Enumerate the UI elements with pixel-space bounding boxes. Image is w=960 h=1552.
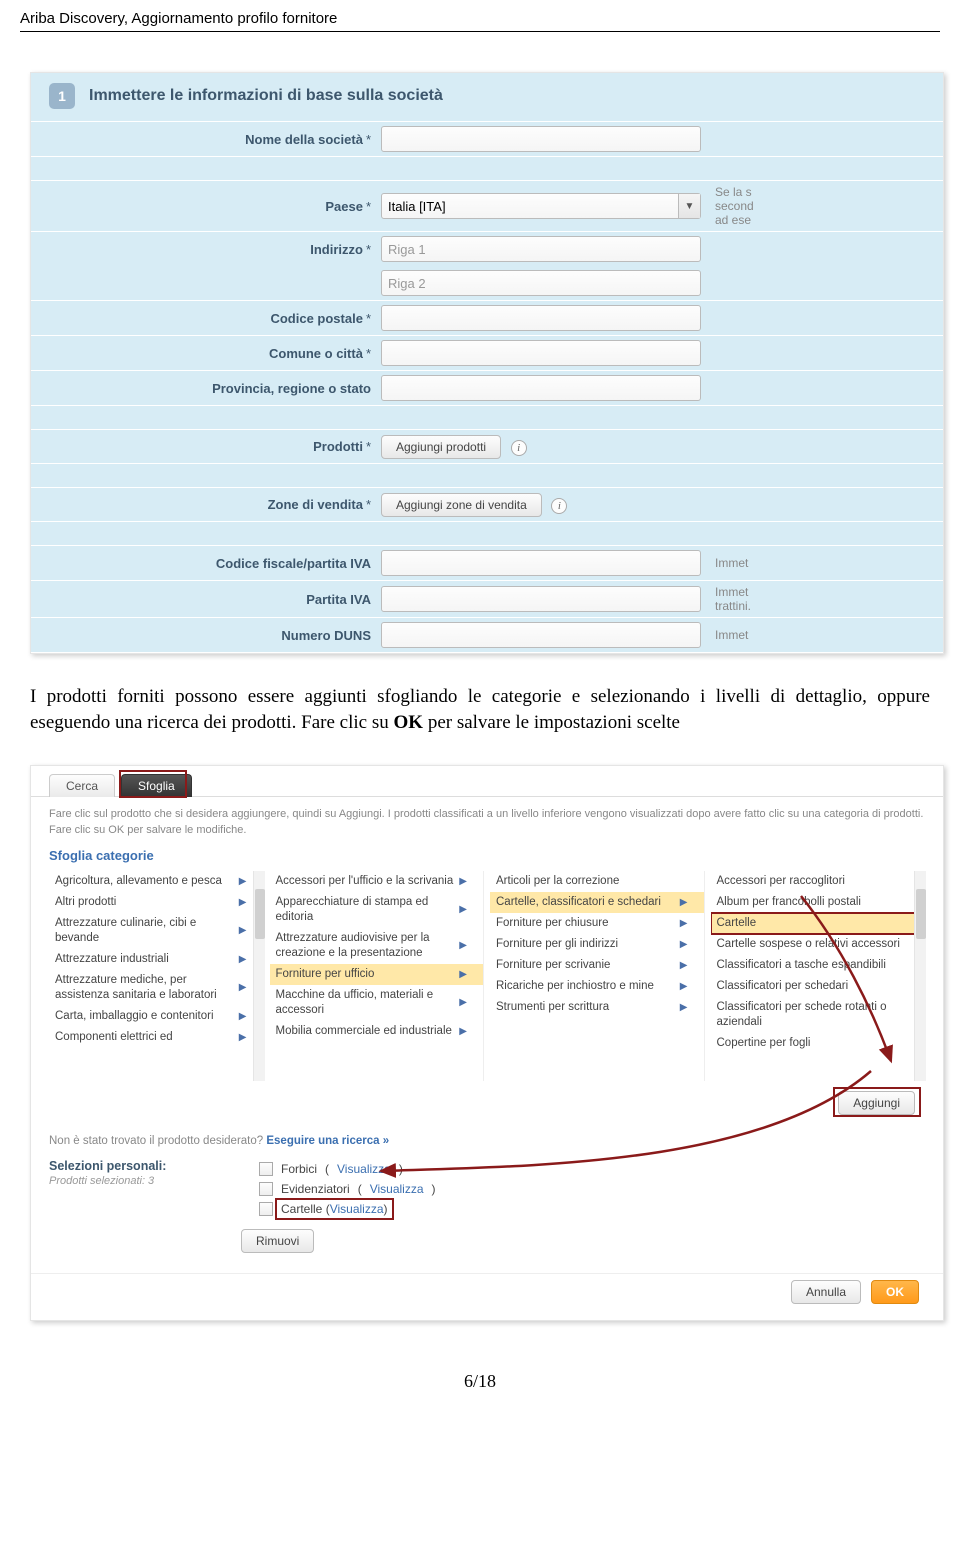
ok-button[interactable]: OK (871, 1280, 919, 1304)
label-province: Provincia, regione o stato (31, 381, 381, 396)
visualizza-link[interactable]: Visualizza (330, 1202, 384, 1216)
cat-item-selected[interactable]: Forniture per ufficio▶ (270, 964, 484, 985)
instruction-text: Fare clic sul prodotto che si desidera a… (31, 797, 943, 846)
cat-item[interactable]: Forniture per gli indirizzi▶ (490, 934, 704, 955)
cat-item-highlighted[interactable]: Cartelle (711, 913, 925, 934)
cat-item[interactable]: Classificatori per schedari (711, 976, 925, 997)
label-fiscal: Codice fiscale/partita IVA (31, 556, 381, 571)
selection-item: Cartelle (Visualizza) (259, 1199, 436, 1219)
cat-item[interactable]: Attrezzature culinarie, cibi e bevande▶ (49, 913, 263, 949)
form-screenshot: 1 Immettere le informazioni di base sull… (30, 72, 944, 654)
selection-item: Evidenziatori (Visualizza) (259, 1179, 436, 1199)
cat-item[interactable]: Classificatori per schede rotanti o azie… (711, 997, 925, 1033)
cat-item[interactable]: Accessori per l'ufficio e la scrivania▶ (270, 871, 484, 892)
tab-search[interactable]: Cerca (49, 774, 115, 797)
input-company[interactable] (381, 126, 701, 152)
input-address-2[interactable] (381, 270, 701, 296)
cat-item[interactable]: Carta, imballaggio e contenitori▶ (49, 1006, 263, 1027)
visualizza-link[interactable]: Visualizza (337, 1162, 391, 1176)
help-vat: Immettrattini. (711, 585, 751, 613)
cat-item[interactable]: Attrezzature mediche, per assistenza san… (49, 970, 263, 1006)
select-country[interactable]: Italia [ITA] (381, 193, 701, 219)
label-vat: Partita IVA (31, 592, 381, 607)
label-company: Nome della società* (31, 132, 381, 147)
cat-item[interactable]: Forniture per scrivanie▶ (490, 955, 704, 976)
checkbox[interactable] (259, 1202, 273, 1216)
cancel-button[interactable]: Annulla (791, 1280, 861, 1304)
cat-item[interactable]: Apparecchiature di stampa ed editoria▶ (270, 892, 484, 928)
header-rule (20, 31, 940, 32)
input-address-1[interactable] (381, 236, 701, 262)
help-duns: Immet (711, 628, 748, 642)
cat-item[interactable]: Copertine per fogli (711, 1033, 925, 1054)
add-zones-button[interactable]: Aggiungi zone di vendita (381, 493, 542, 517)
add-button[interactable]: Aggiungi (838, 1091, 915, 1115)
browse-screenshot: Cerca Sfoglia Fare clic sul prodotto che… (30, 765, 944, 1321)
input-duns[interactable] (381, 622, 701, 648)
doc-header: Ariba Discovery, Aggiornamento profilo f… (0, 0, 960, 31)
help-fiscal: Immet (711, 556, 748, 570)
tab-browse[interactable]: Sfoglia (121, 774, 192, 797)
cat-item[interactable]: Articoli per la correzione (490, 871, 704, 892)
search-link[interactable]: Eseguire una ricerca » (266, 1135, 389, 1147)
input-province[interactable] (381, 375, 701, 401)
cat-item[interactable]: Componenti elettrici ed▶ (49, 1027, 263, 1048)
add-products-button[interactable]: Aggiungi prodotti (381, 435, 501, 459)
cat-item-selected[interactable]: Cartelle, classificatori e schedari▶ (490, 892, 704, 913)
input-postal[interactable] (381, 305, 701, 331)
scrollbar[interactable] (914, 871, 926, 1081)
input-city[interactable] (381, 340, 701, 366)
not-found-row: Non è stato trovato il prodotto desidera… (31, 1125, 943, 1149)
input-vat[interactable] (381, 586, 701, 612)
step-title: Immettere le informazioni di base sulla … (89, 87, 443, 105)
label-address: Indirizzo* (31, 242, 381, 257)
cat-item[interactable]: Attrezzature audiovisive per la creazion… (270, 928, 484, 964)
cat-item[interactable]: Forniture per chiusure▶ (490, 913, 704, 934)
cat-item[interactable]: Macchine da ufficio, materiali e accesso… (270, 985, 484, 1021)
remove-button[interactable]: Rimuovi (241, 1229, 314, 1253)
help-country: Se la s second ad ese (711, 185, 754, 227)
browse-subhead: Sfoglia categorie (31, 846, 943, 871)
input-fiscal[interactable] (381, 550, 701, 576)
label-duns: Numero DUNS (31, 628, 381, 643)
label-country: Paese* (31, 199, 381, 214)
cat-item[interactable]: Agricoltura, allevamento e pesca▶ (49, 871, 263, 892)
cat-item[interactable]: Attrezzature industriali▶ (49, 949, 263, 970)
cat-item[interactable]: Mobilia commerciale ed industriale▶ (270, 1021, 484, 1042)
step-badge: 1 (49, 83, 75, 109)
info-icon[interactable]: i (511, 440, 527, 456)
label-city: Comune o città* (31, 346, 381, 361)
cat-item[interactable]: Classificatori a tasche espandibili (711, 955, 925, 976)
selections-count: Prodotti selezionati: 3 (49, 1175, 229, 1187)
visualizza-link[interactable]: Visualizza (370, 1182, 424, 1196)
selections-title: Selezioni personali: (49, 1159, 229, 1173)
cat-item[interactable]: Strumenti per scrittura▶ (490, 997, 704, 1018)
label-postal: Codice postale* (31, 311, 381, 326)
cat-item[interactable]: Altri prodotti▶ (49, 892, 263, 913)
scrollbar[interactable] (253, 871, 265, 1081)
cat-item[interactable]: Ricariche per inchiostro e mine▶ (490, 976, 704, 997)
label-products: Prodotti* (31, 439, 381, 454)
cat-item[interactable]: Accessori per raccoglitori (711, 871, 925, 892)
page-number: 6/18 (0, 1321, 960, 1412)
selection-item: Forbici (Visualizza) (259, 1159, 436, 1179)
cat-item[interactable]: Album per francobolli postali (711, 892, 925, 913)
category-columns: Agricoltura, allevamento e pesca▶ Altri … (31, 871, 943, 1087)
cat-item[interactable]: Cartelle sospese o relativi accessori (711, 934, 925, 955)
step-header: 1 Immettere le informazioni di base sull… (31, 73, 943, 122)
info-icon[interactable]: i (551, 498, 567, 514)
body-paragraph: I prodotti forniti possono essere aggiun… (30, 684, 930, 735)
checkbox[interactable] (259, 1162, 273, 1176)
checkbox[interactable] (259, 1182, 273, 1196)
label-zones: Zone di vendita* (31, 497, 381, 512)
